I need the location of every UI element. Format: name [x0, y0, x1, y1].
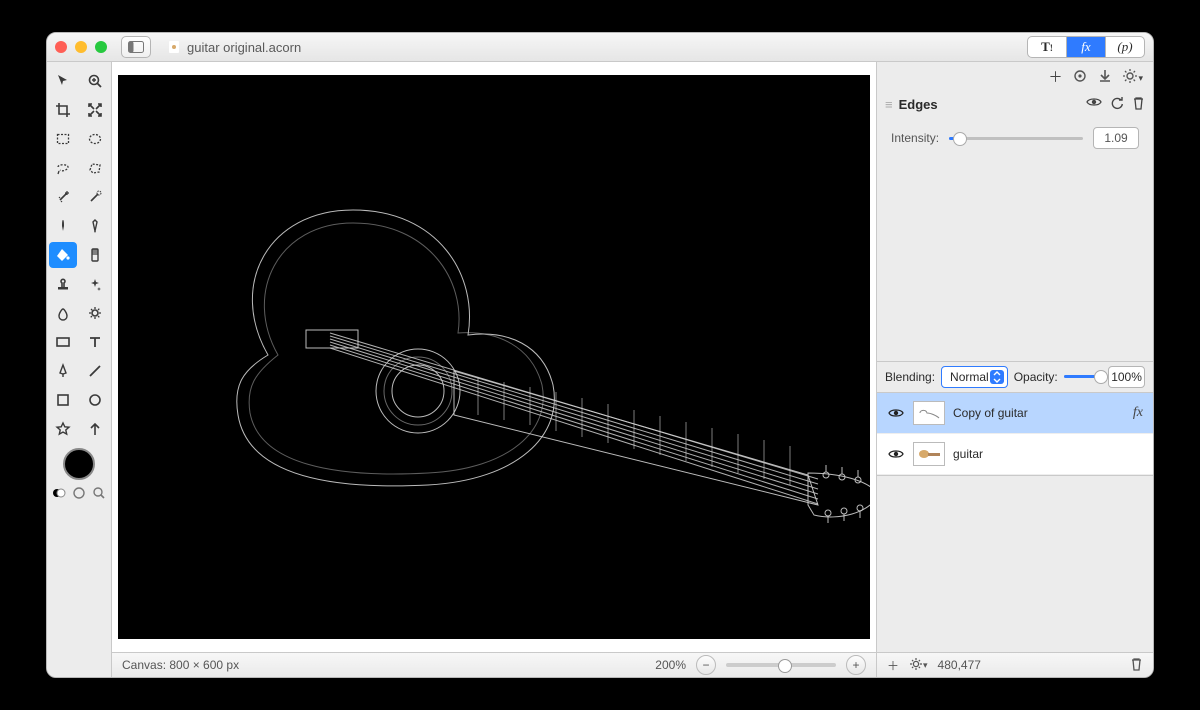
preset-button[interactable] — [1072, 68, 1088, 87]
filename-label: guitar original.acorn — [187, 40, 301, 55]
fx-settings-button[interactable]: ▾ — [1122, 68, 1143, 87]
arrow-shape-tool[interactable] — [81, 416, 109, 442]
layer-settings-button[interactable]: ▾ — [909, 657, 928, 674]
add-filter-button[interactable]: ＋ — [1048, 67, 1062, 87]
ellipse-select-tool[interactable] — [81, 126, 109, 152]
effect-controls: Intensity: 1.09 — [877, 117, 1153, 159]
layer-row[interactable]: Copy of guitar fx — [877, 393, 1153, 434]
zoom-out-button[interactable]: − — [696, 655, 716, 675]
effect-visibility-toggle[interactable] — [1086, 96, 1102, 113]
document-icon — [167, 40, 181, 54]
intensity-label: Intensity: — [891, 131, 939, 145]
layer-visibility-toggle[interactable] — [887, 407, 905, 419]
expand-tool[interactable] — [81, 97, 109, 123]
cursor-coords-label: 480,477 — [938, 658, 981, 672]
window-controls — [55, 41, 107, 53]
star-shape-tool[interactable] — [49, 416, 77, 442]
square-shape-tool[interactable] — [49, 387, 77, 413]
tab-type[interactable]: T! — [1028, 37, 1067, 57]
default-colors-icon[interactable] — [52, 486, 66, 503]
tool-palette — [47, 62, 112, 677]
circle-shape-tool[interactable] — [81, 387, 109, 413]
add-layer-button[interactable]: ＋ — [887, 657, 899, 674]
layers-statusbar: ＋ ▾ 480,477 — [877, 652, 1153, 677]
dodge-tool[interactable] — [81, 300, 109, 326]
effect-reset-button[interactable] — [1110, 96, 1124, 113]
layers-list: Copy of guitar fx guitar — [877, 393, 1153, 475]
effect-name-label: Edges — [899, 97, 938, 112]
effect-delete-button[interactable] — [1132, 96, 1145, 113]
layer-name-label: Copy of guitar — [953, 406, 1028, 420]
canvas[interactable] — [118, 75, 870, 639]
swap-colors-icon[interactable] — [72, 486, 86, 503]
foreground-color-swatch[interactable] — [63, 448, 95, 480]
document-title: guitar original.acorn — [167, 40, 301, 55]
drag-handle-icon[interactable]: ≡ — [885, 97, 893, 112]
inspector-panel: ＋ ▾ ≡ Edges Intensity: — [876, 62, 1153, 677]
canvas-area: Canvas: 800 × 600 px 200% − + — [112, 62, 876, 677]
flatten-button[interactable] — [1098, 68, 1112, 87]
move-tool[interactable] — [49, 68, 77, 94]
layer-thumbnail — [913, 401, 945, 425]
layer-row[interactable]: guitar — [877, 434, 1153, 475]
layer-fx-indicator[interactable]: fx — [1133, 405, 1143, 421]
intensity-value-field[interactable]: 1.09 — [1093, 127, 1139, 149]
pen-tool[interactable] — [49, 358, 77, 384]
crop-tool[interactable] — [49, 97, 77, 123]
opacity-label: Opacity: — [1014, 370, 1058, 384]
smudge-tool[interactable] — [49, 300, 77, 326]
fx-toolbar: ＋ ▾ — [877, 62, 1153, 92]
quick-select-tool[interactable] — [81, 184, 109, 210]
heal-tool[interactable] — [81, 271, 109, 297]
canvas-statusbar: Canvas: 800 × 600 px 200% − + — [112, 652, 876, 677]
opacity-value-field[interactable]: 100% — [1108, 366, 1145, 388]
rect-shape-tool[interactable] — [49, 329, 77, 355]
blending-mode-select[interactable]: Normal — [941, 366, 1008, 388]
bucket-tool[interactable] — [49, 242, 77, 268]
zoom-slider[interactable] — [726, 663, 836, 667]
app-window: guitar original.acorn T! fx (p) — [46, 32, 1154, 678]
intensity-slider[interactable] — [949, 137, 1083, 140]
panel-tabs: T! fx (p) — [1027, 36, 1145, 58]
gradient-tool[interactable] — [81, 242, 109, 268]
tab-fx[interactable]: fx — [1067, 37, 1106, 57]
zoom-window-button[interactable] — [95, 41, 107, 53]
blending-label: Blending: — [885, 370, 935, 384]
sidebar-toggle-button[interactable] — [121, 36, 151, 58]
canvas-size-label: Canvas: 800 × 600 px — [122, 658, 239, 672]
stamp-tool[interactable] — [49, 271, 77, 297]
close-window-button[interactable] — [55, 41, 67, 53]
pencil-tool[interactable] — [81, 213, 109, 239]
blend-bar: Blending: Normal Opacity: 100% — [877, 361, 1153, 393]
opacity-slider[interactable] — [1064, 375, 1102, 378]
layer-visibility-toggle[interactable] — [887, 448, 905, 460]
text-tool[interactable] — [81, 329, 109, 355]
zoom-in-button[interactable]: + — [846, 655, 866, 675]
tab-path[interactable]: (p) — [1106, 37, 1144, 57]
line-tool[interactable] — [81, 358, 109, 384]
poly-lasso-tool[interactable] — [81, 155, 109, 181]
layer-thumbnail — [913, 442, 945, 466]
minimize-window-button[interactable] — [75, 41, 87, 53]
zoom-tool[interactable] — [81, 68, 109, 94]
eyedropper-icon[interactable] — [92, 486, 106, 503]
delete-layer-button[interactable] — [1130, 657, 1143, 674]
zoom-level-label: 200% — [655, 658, 686, 672]
lasso-tool[interactable] — [49, 155, 77, 181]
layer-name-label: guitar — [953, 447, 983, 461]
titlebar: guitar original.acorn T! fx (p) — [47, 33, 1153, 62]
brush-tool[interactable] — [49, 213, 77, 239]
rect-select-tool[interactable] — [49, 126, 77, 152]
wand-tool[interactable] — [49, 184, 77, 210]
effect-header: ≡ Edges — [877, 92, 1153, 117]
